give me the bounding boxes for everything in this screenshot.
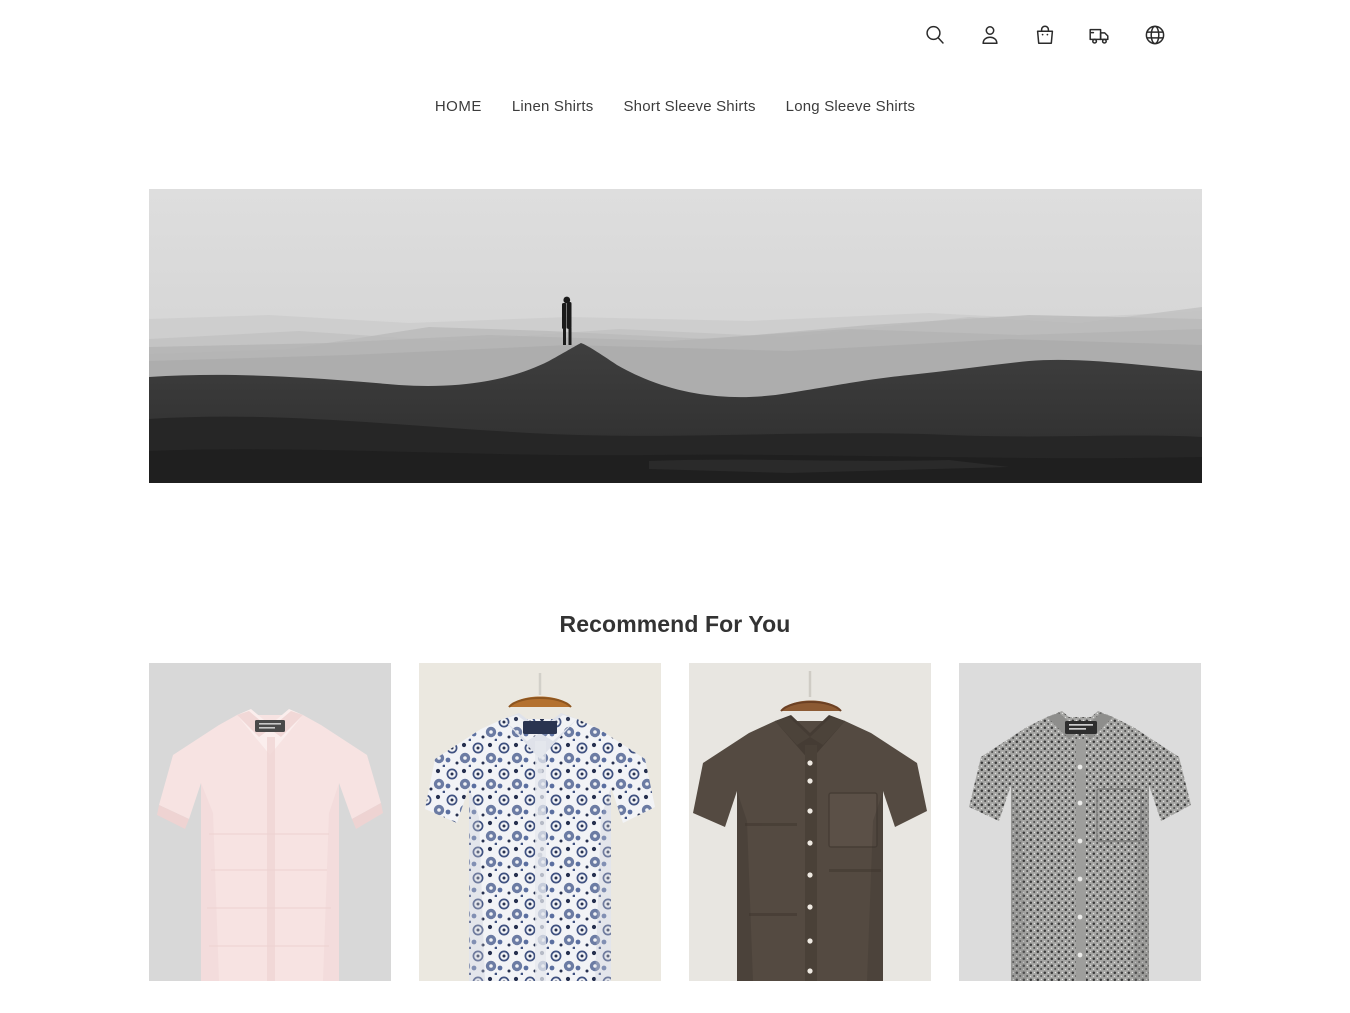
hero-banner-section [0, 189, 1350, 483]
site-header [0, 0, 1350, 70]
recommend-section-title: Recommend For You [559, 611, 791, 637]
main-navigation: HOME Linen Shirts Short Sleeve Shirts Lo… [0, 70, 1350, 121]
product-card-brown-linen-shirt[interactable] [688, 663, 931, 981]
header-icon-group [918, 18, 1172, 52]
nav-item-short-sleeve-shirts[interactable]: Short Sleeve Shirts [608, 92, 770, 121]
search-icon[interactable] [918, 18, 952, 52]
shipping-truck-icon[interactable] [1083, 18, 1117, 52]
product-card-gray-micro-print-shirt[interactable] [958, 663, 1201, 981]
globe-language-icon[interactable] [1138, 18, 1172, 52]
cart-icon[interactable] [1028, 18, 1062, 52]
nav-item-home[interactable]: HOME [420, 92, 497, 121]
nav-item-long-sleeve-shirts[interactable]: Long Sleeve Shirts [771, 92, 931, 121]
product-card-blue-floral-print-shirt[interactable] [418, 663, 661, 981]
product-card-pink-short-sleeve-shirt[interactable] [148, 663, 391, 981]
recommend-product-grid [148, 663, 1202, 981]
account-icon[interactable] [973, 18, 1007, 52]
nav-item-linen-shirts[interactable]: Linen Shirts [497, 92, 609, 121]
hero-banner-image[interactable] [148, 189, 1202, 483]
